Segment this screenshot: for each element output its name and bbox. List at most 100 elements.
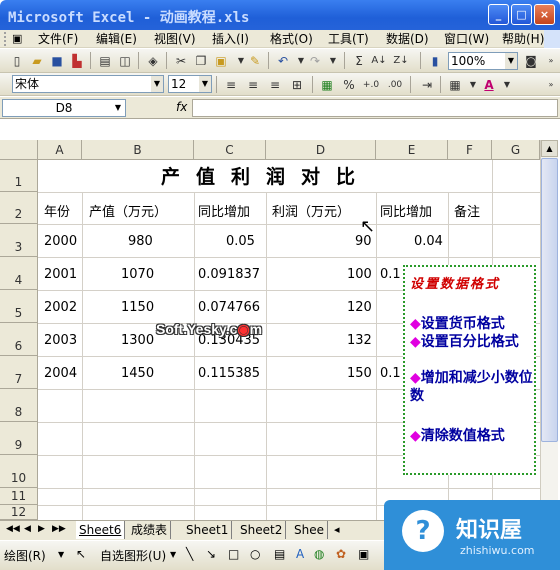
menu-file[interactable]: 文件(F) [38, 31, 78, 47]
menu-data[interactable]: 数据(D) [386, 31, 429, 47]
font-size-select[interactable]: 12 ▼ [168, 75, 212, 93]
diagram-icon[interactable]: ◍ [314, 547, 324, 561]
arrow-icon[interactable]: ↘ [206, 547, 216, 561]
chevron-down-icon[interactable]: ▼ [151, 76, 163, 92]
cell-output[interactable]: 1070 [121, 267, 154, 282]
research-icon[interactable]: ◈ [144, 52, 162, 70]
formula-input[interactable] [192, 99, 558, 117]
name-box[interactable]: D8 ▼ [2, 99, 126, 117]
column-header-d[interactable]: D [266, 140, 376, 160]
sheet-tab-scores[interactable]: 成绩表 [128, 521, 172, 539]
cell-year[interactable]: 2003 [44, 333, 77, 348]
menu-tools[interactable]: 工具(T) [328, 31, 369, 47]
redo-icon[interactable]: ↷ [306, 52, 324, 70]
cell-year[interactable]: 2004 [44, 366, 77, 381]
draw-menu-button[interactable]: 绘图(R) [4, 547, 46, 564]
align-right-icon[interactable]: ≡ [266, 76, 284, 94]
sum-icon[interactable]: Σ [350, 52, 368, 70]
permission-icon[interactable]: ▙ [68, 52, 86, 70]
align-center-icon[interactable]: ≡ [244, 76, 262, 94]
increase-decimal-icon[interactable]: +.0 [362, 76, 380, 94]
row-header-7[interactable]: 7 [0, 356, 38, 389]
font-name-select[interactable]: 宋体 ▼ [12, 75, 164, 93]
cell-year[interactable]: 2000 [44, 234, 77, 249]
print-icon[interactable]: ▤ [96, 52, 114, 70]
decrease-decimal-icon[interactable]: .00 [386, 76, 404, 94]
column-header-a[interactable]: A [38, 140, 82, 160]
cut-icon[interactable]: ✂ [172, 52, 190, 70]
minimize-button[interactable]: _ [488, 4, 509, 25]
sheet-tab-sheet6[interactable]: Sheet6 [76, 521, 126, 539]
zoom-select[interactable]: 100% ▼ [448, 52, 518, 70]
new-icon[interactable]: ▯ [8, 52, 26, 70]
header-cell-profit-growth[interactable]: 同比增加 [380, 201, 432, 220]
select-all-corner[interactable] [0, 140, 38, 160]
column-header-g[interactable]: G [492, 140, 540, 160]
column-header-c[interactable]: C [194, 140, 266, 160]
currency-icon[interactable]: ▦ [318, 76, 336, 94]
paste-icon[interactable]: ▣ [212, 52, 230, 70]
save-icon[interactable]: ■ [48, 52, 66, 70]
cell-output[interactable]: 980 [128, 234, 153, 249]
header-cell-output[interactable]: 产值（万元） [89, 201, 167, 220]
header-cell-year[interactable]: 年份 [44, 201, 70, 220]
format-painter-icon[interactable]: ✎ [246, 52, 264, 70]
line-icon[interactable]: ╲ [186, 547, 193, 561]
font-color-dropdown-icon[interactable]: ▼ [498, 76, 516, 94]
undo-icon[interactable]: ↶ [274, 52, 292, 70]
menu-chevron[interactable] [544, 30, 560, 48]
column-header-e[interactable]: E [376, 140, 448, 160]
wordart-icon[interactable]: A [296, 547, 304, 561]
cell-output-growth[interactable]: 0.091837 [198, 267, 260, 282]
camera-icon[interactable]: ◙ [522, 52, 540, 70]
excel-doc-icon[interactable]: ▣ [12, 31, 22, 47]
menu-insert[interactable]: 插入(I) [212, 31, 249, 47]
chevron-down-icon[interactable]: ▼ [199, 76, 211, 92]
cell-profit-growth[interactable]: 0.1 [380, 267, 401, 282]
cell-profit[interactable]: 100 [347, 267, 372, 282]
percent-icon[interactable]: % [340, 76, 358, 94]
row-header-3[interactable]: 3 [0, 224, 38, 257]
fx-icon[interactable]: fx [176, 100, 187, 114]
menu-help[interactable]: 帮助(H) [502, 31, 544, 47]
picture-icon[interactable]: ▣ [358, 547, 369, 561]
first-sheet-icon[interactable]: ◀◀ [6, 524, 20, 534]
menu-view[interactable]: 视图(V) [154, 31, 196, 47]
align-left-icon[interactable]: ≡ [222, 76, 240, 94]
cell-output[interactable]: 1300 [121, 333, 154, 348]
chart-wizard-icon[interactable]: ▮ [426, 52, 444, 70]
cell-output-growth[interactable]: 0.05 [226, 234, 255, 249]
menu-window[interactable]: 窗口(W) [444, 31, 489, 47]
borders-icon[interactable]: ▦ [446, 76, 464, 94]
column-header-f[interactable]: F [448, 140, 492, 160]
sort-descending-icon[interactable]: Z↓ [392, 52, 410, 70]
previous-sheet-icon[interactable]: ◀ [24, 524, 31, 534]
text-box-icon[interactable]: ▤ [274, 547, 285, 561]
row-header-8[interactable]: 8 [0, 389, 38, 422]
cell-year[interactable]: 2001 [44, 267, 77, 282]
toolbar-options-icon[interactable]: » [542, 76, 560, 94]
row-header-1[interactable]: 1 [0, 160, 38, 192]
indent-icon[interactable]: ⇥ [418, 76, 436, 94]
cell-year[interactable]: 2002 [44, 300, 77, 315]
cell-profit[interactable]: 150 [347, 366, 372, 381]
maximize-button[interactable]: □ [511, 4, 532, 25]
sheet-tab-more[interactable]: Shee [291, 521, 328, 539]
open-icon[interactable]: ▰ [28, 52, 46, 70]
row-header-10[interactable]: 10 [0, 455, 38, 488]
cell-profit[interactable]: 120 [347, 300, 372, 315]
print-preview-icon[interactable]: ◫ [116, 52, 134, 70]
row-header-2[interactable]: 2 [0, 192, 38, 224]
autoshapes-menu-button[interactable]: 自选图形(U) [100, 547, 166, 564]
cell-output-growth[interactable]: 0.074766 [198, 300, 260, 315]
chevron-down-icon[interactable]: ▼ [58, 550, 64, 559]
menu-format[interactable]: 格式(O) [270, 31, 313, 47]
row-header-4[interactable]: 4 [0, 257, 38, 290]
row-header-9[interactable]: 9 [0, 422, 38, 455]
toolbar-options-icon[interactable]: » [542, 52, 560, 70]
header-cell-notes[interactable]: 备注 [454, 201, 480, 220]
column-header-b[interactable]: B [82, 140, 194, 160]
tab-splitter[interactable]: ◂ [334, 523, 340, 536]
chevron-down-icon[interactable]: ▼ [111, 100, 125, 116]
chevron-down-icon[interactable]: ▼ [170, 550, 176, 559]
